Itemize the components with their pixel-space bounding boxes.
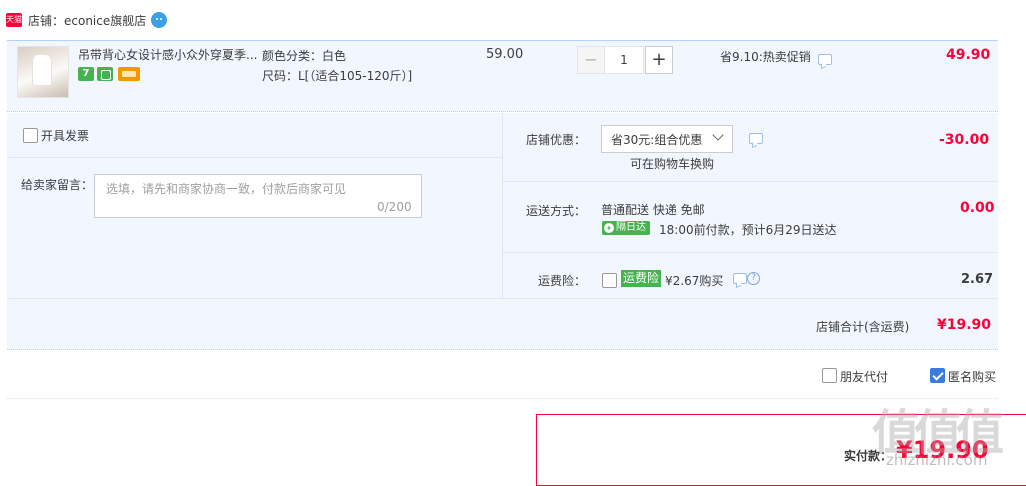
discount-amount: -30.00 <box>939 132 990 148</box>
message-label: 给卖家留言： <box>21 178 94 192</box>
shipping-label: 运送方式： <box>526 204 587 218</box>
message-char-count: 0/200 <box>377 200 412 214</box>
unit-price: 59.00 <box>486 47 524 62</box>
insurance-amount: 2.67 <box>961 272 994 287</box>
quantity-increase-button[interactable]: + <box>645 46 673 74</box>
discount-label: 店铺优惠： <box>526 133 587 147</box>
friend-pay-checkbox[interactable] <box>822 368 837 383</box>
lightning-icon <box>604 223 614 233</box>
anonymous-checkbox[interactable] <box>930 368 945 383</box>
friend-pay-label[interactable]: 朋友代付 <box>840 368 888 385</box>
product-thumbnail[interactable] <box>17 46 69 98</box>
store-name[interactable]: 店铺：econice旗舰店 <box>28 12 146 29</box>
promotion-text: 省9.10:热卖促销 <box>720 50 811 64</box>
invoice-checkbox[interactable] <box>23 128 38 143</box>
promo-info-icon[interactable] <box>818 54 832 65</box>
wangwang-chat-icon[interactable] <box>151 12 167 28</box>
invoice-label[interactable]: 开具发票 <box>41 127 89 144</box>
discount-info-icon[interactable] <box>749 133 763 144</box>
credit-card-icon <box>118 67 140 81</box>
panel-divider <box>502 113 503 298</box>
shipping-eta: 18:00前付款，预计6月29日送达 <box>659 223 837 237</box>
divider <box>7 398 998 399</box>
next-day-badge: 隔日达 <box>602 221 650 235</box>
divider <box>7 157 502 158</box>
tmall-logo-icon: 天猫 <box>6 13 22 27</box>
discount-selected-value[interactable]: 省30元:组合优惠 <box>611 131 702 148</box>
insurance-checkbox[interactable] <box>602 273 617 288</box>
seven-day-return-icon: 7 <box>78 67 94 81</box>
product-title[interactable]: 吊带背心女设计感小众外穿夏季... <box>78 46 257 63</box>
store-total-value: ¥19.90 <box>937 317 992 333</box>
message-placeholder: 选填，请先和商家协商一致，付款后商家可见 <box>106 182 347 196</box>
item-subtotal: 49.90 <box>946 47 991 63</box>
store-total-label: 店铺合计(含运费) <box>816 320 910 334</box>
help-icon[interactable]: ? <box>747 272 760 285</box>
shipping-amount: 0.00 <box>960 200 995 216</box>
divider <box>503 252 998 253</box>
insurance-info-icon[interactable] <box>733 273 747 284</box>
insurance-label: 运费险： <box>538 274 587 288</box>
watermark-url: zhizhizhi.com <box>886 451 988 469</box>
sku-color: 颜色分类：白色 <box>262 49 347 63</box>
quantity-input[interactable]: 1 <box>604 46 644 74</box>
anonymous-label[interactable]: 匿名购买 <box>948 368 996 385</box>
insurance-tag: 运费险 <box>621 270 662 287</box>
next-day-badge-text: 隔日达 <box>616 222 646 233</box>
shipping-method: 普通配送 快递 免邮 <box>601 203 705 217</box>
divider <box>503 181 998 182</box>
discount-note: 可在购物车换购 <box>630 157 715 171</box>
insurance-price: ¥2.67购买 <box>665 274 724 288</box>
sku-size: 尺码：L[（适合105-120斤）] <box>262 69 413 83</box>
guarantee-icon <box>97 67 113 81</box>
divider <box>7 298 998 299</box>
quantity-decrease-button[interactable]: − <box>577 46 605 74</box>
